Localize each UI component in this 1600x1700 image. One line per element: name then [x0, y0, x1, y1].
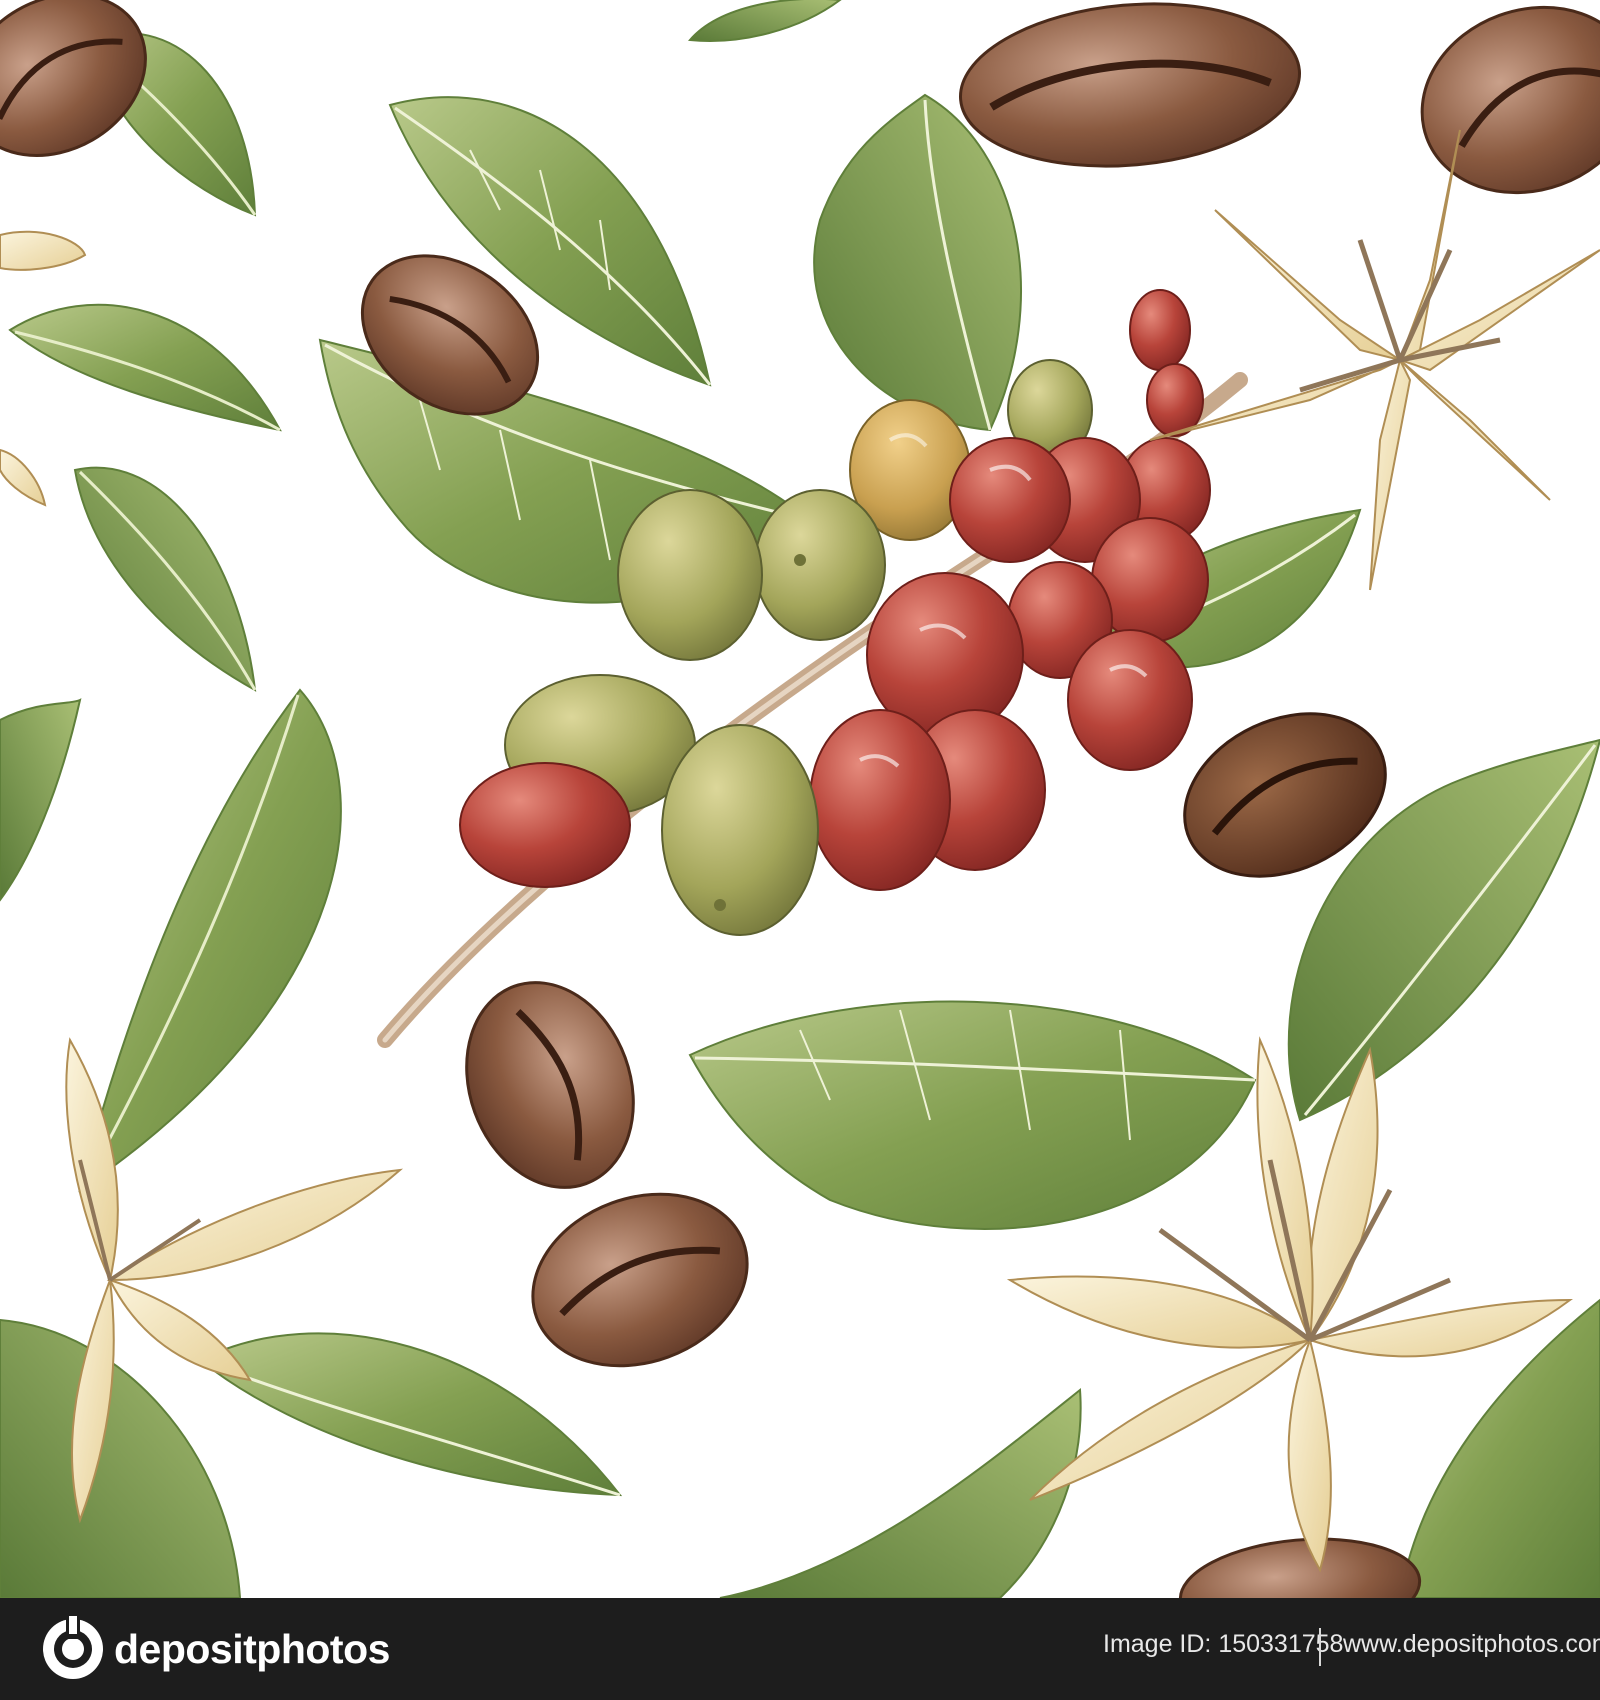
coffee-watercolor-pattern — [0, 0, 1600, 1598]
site-url-link[interactable]: www.depositphotos.com — [1343, 1630, 1600, 1659]
image-id-label: Image ID: 150331758 — [1103, 1630, 1344, 1658]
brand-name: depositphotos — [114, 1625, 390, 1672]
stock-image-page: depositphotos Image ID: 150331758 www.de… — [0, 0, 1600, 1700]
brand-logo-link[interactable]: depositphotos — [40, 1616, 390, 1682]
depositphotos-logo-icon — [43, 1616, 103, 1679]
footer-divider — [1319, 1628, 1321, 1666]
stock-footer-bar: depositphotos Image ID: 150331758 www.de… — [0, 1598, 1600, 1700]
